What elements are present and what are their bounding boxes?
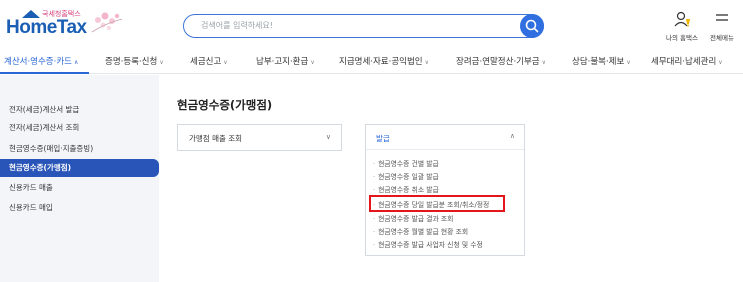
gnb-item-label: 상담·불복·제보 bbox=[572, 57, 625, 67]
sidebar-item-cash-receipt-purchase[interactable]: 현금영수증(매입·지출증빙) bbox=[0, 140, 159, 158]
chevron-down-icon: ∨ bbox=[718, 59, 723, 66]
menu-item-single-issue[interactable]: · 현금영수증 건별 발급 bbox=[373, 158, 523, 169]
header: 국세청홈택스 HomeTax 검색어를 입력하세요! 나의 홈택스 전체메뉴 bbox=[0, 0, 743, 50]
hometax-logo[interactable]: 국세청홈택스 HomeTax bbox=[6, 6, 126, 42]
sidebar-item-cash-receipt-merchant[interactable]: 현금영수증(가맹점) bbox=[0, 159, 159, 177]
menu-item-label: 현금영수증 월별 발급 현황 조회 bbox=[378, 228, 469, 236]
gnb-item-label: 납부·고지·환급 bbox=[256, 57, 309, 67]
gnb-item-statements[interactable]: 지급명세·자료·공익법인 ∨ bbox=[339, 55, 429, 67]
accordion-sales-inquiry[interactable]: 가맹점 매출 조회 ∨ bbox=[177, 124, 342, 151]
menu-item-issue-result[interactable]: · 현금영수증 발급 결과 조회 bbox=[373, 213, 523, 224]
menu-item-label: 현금영수증 건별 발급 bbox=[378, 160, 439, 168]
gnb-item-label: 세무대리·납세관리 bbox=[651, 57, 717, 67]
search-bar[interactable]: 검색어를 입력하세요! bbox=[183, 13, 544, 38]
chevron-down-icon: ∨ bbox=[424, 59, 430, 66]
gnb-item-label: 장려금·연말정산·기부금 bbox=[456, 57, 540, 67]
chevron-down-icon: ∨ bbox=[159, 59, 164, 66]
sidebar-item-e-invoice-inquiry[interactable]: 전자(세금)계산서 조회 bbox=[0, 119, 159, 137]
menu-item-label: 현금영수증 발급 결과 조회 bbox=[378, 215, 454, 223]
menu-item-cancel-issue[interactable]: · 현금영수증 취소 발급 bbox=[373, 184, 523, 195]
sidebar-item-credit-card-purchase[interactable]: 신용카드 매입 bbox=[0, 199, 159, 217]
menu-item-bulk-issue[interactable]: · 현금영수증 일괄 발급 bbox=[373, 171, 523, 182]
chevron-down-icon: ∨ bbox=[310, 59, 315, 66]
gnb-item-tax-agent[interactable]: 세무대리·납세관리 ∨ bbox=[651, 55, 723, 67]
search-icon bbox=[525, 19, 539, 32]
gnb-item-label: 세금신고 bbox=[190, 57, 222, 67]
all-menu-button[interactable]: 전체메뉴 bbox=[706, 10, 738, 42]
my-hometax-label: 나의 홈택스 bbox=[666, 34, 698, 42]
cherry-blossom-icon bbox=[91, 12, 123, 33]
chevron-down-icon: ∨ bbox=[541, 59, 547, 66]
bullet-icon: · bbox=[373, 186, 376, 194]
menu-item-business-application[interactable]: · 현금영수증 발급 사업자 신청 및 수정 bbox=[373, 239, 523, 250]
highlight-box bbox=[369, 195, 505, 212]
gnb-item-label: 계산서·영수증·카드 bbox=[4, 57, 72, 67]
main-navigation: 계산서·영수증·카드 ∧ 증명·등록·신청 ∨ 세금신고 ∨ 납부·고지·환급 ∨ 지급… bbox=[0, 50, 743, 74]
user-icon bbox=[674, 11, 690, 27]
menu-item-label: 현금영수증 발급 사업자 신청 및 수정 bbox=[378, 241, 483, 249]
gnb-item-consultation[interactable]: 상담·불복·제보 ∨ bbox=[572, 55, 631, 67]
my-hometax-button[interactable]: 나의 홈택스 bbox=[664, 10, 700, 42]
sidebar: 전자(세금)계산서 발급 전자(세금)계산서 조회 현금영수증(매입·지출증빙)… bbox=[0, 75, 159, 282]
gnb-item-label: 지급명세·자료·공익법인 bbox=[339, 57, 423, 67]
gnb-item-tax-filing[interactable]: 세금신고 ∨ bbox=[190, 55, 228, 67]
sidebar-item-credit-card-sales[interactable]: 신용카드 매출 bbox=[0, 179, 159, 197]
gnb-item-certificates[interactable]: 증명·등록·신청 ∨ bbox=[105, 55, 164, 67]
chevron-up-icon: ∧ bbox=[73, 59, 79, 66]
menu-item-label: 현금영수증 일괄 발급 bbox=[378, 173, 439, 181]
search-input[interactable]: 검색어를 입력하세요! bbox=[201, 20, 273, 31]
search-button[interactable] bbox=[520, 13, 544, 38]
accordion-issue: 발급 ∧ · 현금영수증 건별 발급 · 현금영수증 일괄 발급 · 현금영수증 취소… bbox=[365, 124, 525, 256]
gnb-item-receipts-cards[interactable]: 계산서·영수증·카드 ∧ bbox=[4, 55, 78, 67]
chevron-down-icon: ∨ bbox=[626, 59, 631, 66]
bullet-icon: · bbox=[373, 215, 376, 223]
accordion-issue-header[interactable]: 발급 ∧ bbox=[366, 125, 524, 150]
gnb-item-label: 증명·등록·신청 bbox=[105, 57, 158, 67]
menu-item-label: 현금영수증 취소 발급 bbox=[378, 186, 439, 194]
all-menu-label: 전체메뉴 bbox=[710, 34, 734, 42]
bullet-icon: · bbox=[373, 173, 376, 181]
page-title: 현금영수증(가맹점) bbox=[177, 98, 273, 112]
accordion-label: 발급 bbox=[376, 134, 390, 143]
active-tab-underline bbox=[0, 72, 89, 74]
chevron-down-icon: ∨ bbox=[223, 59, 228, 66]
chevron-down-icon: ∨ bbox=[325, 133, 331, 141]
bullet-icon: · bbox=[373, 228, 376, 236]
bullet-icon: · bbox=[373, 160, 376, 168]
chevron-up-icon: ∧ bbox=[509, 132, 515, 140]
gnb-item-incentives[interactable]: 장려금·연말정산·기부금 ∨ bbox=[456, 55, 546, 67]
logo-title: HomeTax bbox=[6, 17, 87, 38]
accordion-label: 가맹점 매출 조회 bbox=[189, 134, 243, 143]
gnb-item-payment-refund[interactable]: 납부·고지·환급 ∨ bbox=[256, 55, 315, 67]
hamburger-menu-icon bbox=[716, 14, 728, 21]
sidebar-item-e-invoice-issue[interactable]: 전자(세금)계산서 발급 bbox=[0, 101, 159, 119]
menu-item-monthly-status[interactable]: · 현금영수증 월별 발급 현황 조회 bbox=[373, 226, 523, 237]
bullet-icon: · bbox=[373, 241, 376, 249]
